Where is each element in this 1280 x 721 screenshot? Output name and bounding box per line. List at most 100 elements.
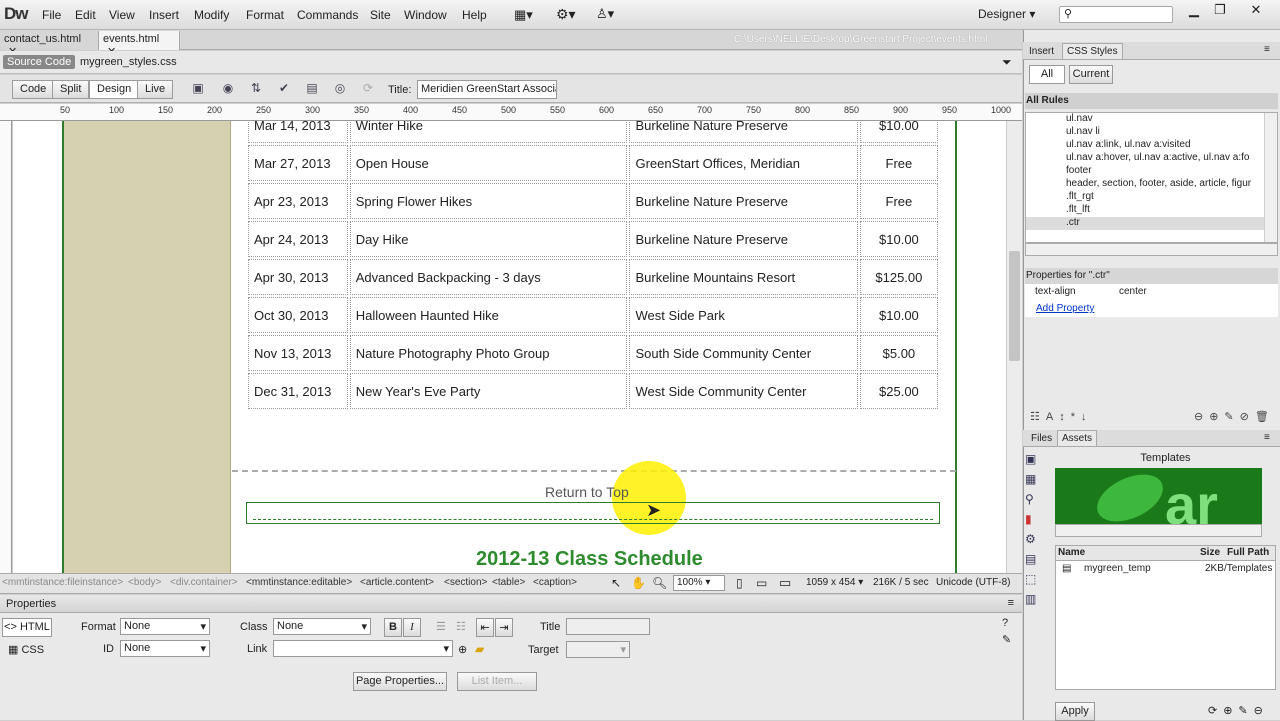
- price-cell[interactable]: Free: [859, 183, 938, 219]
- css-rule-item[interactable]: ul.nav: [1026, 113, 1277, 126]
- css-rule-item[interactable]: ul.nav li: [1026, 126, 1277, 139]
- preview-hscroll[interactable]: [1055, 524, 1262, 537]
- date-cell[interactable]: Apr 23, 2013: [248, 183, 348, 219]
- tab-assets[interactable]: Assets: [1057, 430, 1098, 446]
- event-cell[interactable]: Nature Photography Photo Group: [349, 335, 628, 371]
- table-row[interactable]: Mar 27, 2013 Open House GreenStart Offices…: [248, 145, 938, 181]
- hand-tool-icon[interactable]: ✋: [631, 576, 646, 590]
- location-cell[interactable]: Burkeline Nature Preserve: [629, 183, 858, 219]
- location-cell[interactable]: West Side Community Center: [629, 373, 858, 409]
- location-cell[interactable]: GreenStart Offices, Meridian: [629, 145, 858, 181]
- split-view-button[interactable]: Split: [52, 80, 90, 99]
- colors-icon[interactable]: ▦: [1025, 469, 1051, 489]
- css-rule-item[interactable]: header, section, footer, aside, article,…: [1026, 178, 1277, 191]
- help-icon[interactable]: ?: [1002, 617, 1008, 629]
- css-rule-item[interactable]: ul.nav a:link, ul.nav a:visited: [1026, 139, 1277, 152]
- scripts-icon[interactable]: ⚙: [1025, 529, 1051, 549]
- col-full-path[interactable]: Full Path: [1227, 547, 1269, 558]
- col-size[interactable]: Size: [1200, 547, 1220, 558]
- refresh-icon[interactable]: ⟳: [360, 81, 376, 97]
- library-icon[interactable]: ⬚: [1025, 569, 1051, 589]
- css-view-toggle-icons[interactable]: ☷A↕*↓: [1030, 410, 1092, 423]
- templates-icon[interactable]: ▤: [1025, 549, 1051, 569]
- css-rule-item[interactable]: footer: [1026, 165, 1277, 178]
- table-row[interactable]: Nov 13, 2013 Nature Photography Photo Gro…: [248, 335, 938, 371]
- rules-hscroll[interactable]: [1025, 243, 1278, 256]
- panel-menu-icon[interactable]: ≡: [1264, 44, 1270, 55]
- css-properties-button[interactable]: ▦ CSS: [8, 643, 44, 656]
- tag-selector-section[interactable]: <section>: [444, 577, 487, 588]
- price-cell[interactable]: $10.00: [859, 297, 938, 333]
- html-properties-button[interactable]: <> HTML: [2, 618, 52, 637]
- css-property-value[interactable]: center: [1119, 286, 1147, 297]
- code-view-button[interactable]: Code: [12, 80, 55, 99]
- related-file-css[interactable]: mygreen_styles.css: [80, 56, 177, 68]
- filter-icon[interactable]: ⏷: [1002, 55, 1012, 70]
- asset-category-icons[interactable]: ▣ ▦ ⚲ ▮ ⚙ ▤ ⬚ ▥: [1025, 449, 1051, 719]
- event-cell[interactable]: Advanced Backpacking - 3 days: [349, 259, 628, 295]
- event-cell[interactable]: Spring Flower Hikes: [349, 183, 628, 219]
- date-cell[interactable]: Dec 31, 2013: [248, 373, 348, 409]
- target-select[interactable]: ▾: [566, 641, 630, 658]
- snippets-icon[interactable]: ▥: [1025, 589, 1051, 609]
- date-cell[interactable]: Apr 24, 2013: [248, 221, 348, 257]
- quick-tag-editor-icon[interactable]: ✎: [1002, 633, 1011, 646]
- tag-selector-caption[interactable]: <caption>: [533, 577, 577, 588]
- col-name[interactable]: Name: [1058, 547, 1085, 558]
- location-cell[interactable]: Burkeline Nature Preserve: [629, 221, 858, 257]
- outdent-button[interactable]: ⇤: [476, 618, 494, 637]
- tab-contact-us[interactable]: contact_us.html ✕: [0, 31, 99, 58]
- tab-files[interactable]: Files: [1027, 431, 1056, 446]
- css-rules-list[interactable]: ul.nav ul.nav li ul.nav a:link, ul.nav a:v…: [1025, 112, 1278, 243]
- preview-browser-icon[interactable]: ◉: [220, 81, 236, 97]
- date-cell[interactable]: Mar 27, 2013: [248, 145, 348, 181]
- table-row[interactable]: Dec 31, 2013 New Year's Eve Party West Sid…: [248, 373, 938, 409]
- css-rule-item[interactable]: .ctr: [1026, 217, 1277, 230]
- visual-aids-icon[interactable]: ▤: [304, 81, 320, 97]
- location-cell[interactable]: West Side Park: [629, 297, 858, 333]
- event-cell[interactable]: Day Hike: [349, 221, 628, 257]
- w3c-validation-icon[interactable]: ✔: [276, 81, 292, 97]
- zoom-select[interactable]: 100% ▾: [673, 575, 725, 591]
- source-code-button[interactable]: Source Code: [3, 55, 76, 69]
- minimize-button[interactable]: ▁: [1182, 2, 1206, 20]
- title-attr-input[interactable]: [566, 618, 650, 635]
- tag-selector-body[interactable]: <body>: [128, 577, 161, 588]
- layout-icon[interactable]: ▦▾: [514, 7, 533, 23]
- event-cell[interactable]: Halloween Haunted Hike: [349, 297, 628, 333]
- tag-selector-table[interactable]: <table>: [492, 577, 525, 588]
- all-mode-button[interactable]: All: [1029, 65, 1065, 84]
- window-size[interactable]: 1059 x 454 ▾: [806, 577, 863, 588]
- price-cell[interactable]: $5.00: [859, 335, 938, 371]
- menu-commands[interactable]: Commands: [297, 8, 358, 22]
- table-row[interactable]: Mar 14, 2013 Winter Hike Burkeline Nature …: [248, 121, 938, 143]
- tab-insert[interactable]: Insert: [1025, 44, 1058, 59]
- price-cell[interactable]: $10.00: [859, 121, 938, 143]
- return-to-top-link[interactable]: Return to Top: [545, 484, 629, 500]
- table-row[interactable]: Apr 24, 2013 Day Hike Burkeline Nature Pre…: [248, 221, 938, 257]
- ordered-list-icon[interactable]: ☷: [456, 620, 466, 633]
- table-caption[interactable]: 2012-13 Class Schedule: [476, 548, 703, 571]
- schedule-table[interactable]: Mar 14, 2013 Winter Hike Burkeline Nature …: [246, 121, 940, 411]
- date-cell[interactable]: Apr 30, 2013: [248, 259, 348, 295]
- bold-button[interactable]: B: [384, 618, 402, 637]
- css-action-icons[interactable]: ⊖⊕✎⊘🗑︎: [1194, 410, 1275, 423]
- zoom-tool-icon[interactable]: 🔍︎: [652, 576, 667, 590]
- link-input[interactable]: ▾: [273, 640, 453, 657]
- menu-help[interactable]: Help: [462, 8, 487, 22]
- menu-edit[interactable]: Edit: [75, 8, 96, 22]
- price-cell[interactable]: $125.00: [859, 259, 938, 295]
- design-view-button[interactable]: Design: [89, 80, 140, 99]
- location-cell[interactable]: South Side Community Center: [629, 335, 858, 371]
- search-input[interactable]: ⚲: [1059, 6, 1173, 23]
- id-select[interactable]: None ▾: [120, 640, 210, 657]
- file-management-icon[interactable]: ⇅: [248, 81, 264, 97]
- unordered-list-icon[interactable]: ☰: [436, 620, 446, 633]
- css-rule-item[interactable]: .flt_lft: [1026, 204, 1277, 217]
- maximize-button[interactable]: ❐: [1208, 2, 1232, 20]
- date-cell[interactable]: Nov 13, 2013: [248, 335, 348, 371]
- images-icon[interactable]: ▣: [1025, 449, 1051, 469]
- menu-modify[interactable]: Modify: [194, 8, 229, 22]
- page-properties-button[interactable]: Page Properties...: [353, 672, 447, 691]
- menu-insert[interactable]: Insert: [149, 8, 179, 22]
